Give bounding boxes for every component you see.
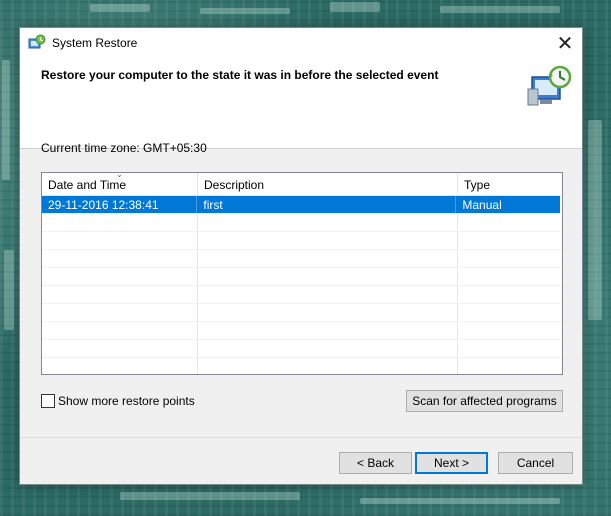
column-header-date[interactable]: ⌄ Date and Time xyxy=(42,173,198,195)
show-more-restore-points[interactable]: Show more restore points xyxy=(41,394,195,408)
window-title: System Restore xyxy=(52,36,138,50)
cell-description: first xyxy=(197,196,457,213)
empty-row xyxy=(42,358,562,374)
cancel-button[interactable]: Cancel xyxy=(498,452,573,474)
empty-row xyxy=(42,304,562,322)
footer-divider xyxy=(20,437,582,438)
table-row[interactable]: 29-11-2016 12:38:41 first Manual xyxy=(42,196,560,214)
close-icon: ✕ xyxy=(556,32,574,55)
page-heading: Restore your computer to the state it wa… xyxy=(41,68,439,82)
column-header-type[interactable]: Type xyxy=(458,173,562,195)
next-button[interactable]: Next > xyxy=(415,452,488,474)
back-button[interactable]: < Back xyxy=(339,452,412,474)
empty-row xyxy=(42,250,562,268)
cell-type: Manual xyxy=(462,198,502,212)
column-header-description[interactable]: Description xyxy=(198,173,458,195)
timezone-label: Current time zone: GMT+05:30 xyxy=(41,141,207,155)
empty-row xyxy=(42,214,562,232)
show-more-label: Show more restore points xyxy=(58,394,195,408)
scan-affected-programs-button[interactable]: Scan for affected programs xyxy=(406,390,563,412)
list-header: ⌄ Date and Time Description Type xyxy=(42,173,562,196)
system-restore-window: System Restore ✕ Restore your computer t… xyxy=(19,27,583,485)
title-bar: System Restore ✕ xyxy=(20,28,582,58)
empty-row xyxy=(42,232,562,250)
sort-indicator-icon: ⌄ xyxy=(116,172,123,179)
empty-row xyxy=(42,340,562,358)
cell-date: 29-11-2016 12:38:41 xyxy=(42,196,198,213)
system-restore-icon xyxy=(28,34,46,49)
restore-points-list[interactable]: ⌄ Date and Time Description Type 29-11-2… xyxy=(41,172,563,375)
empty-row xyxy=(42,268,562,286)
system-restore-large-icon xyxy=(527,65,572,106)
empty-row xyxy=(42,286,562,304)
empty-row xyxy=(42,322,562,340)
close-button[interactable]: ✕ xyxy=(548,28,582,58)
show-more-checkbox[interactable] xyxy=(41,394,55,408)
